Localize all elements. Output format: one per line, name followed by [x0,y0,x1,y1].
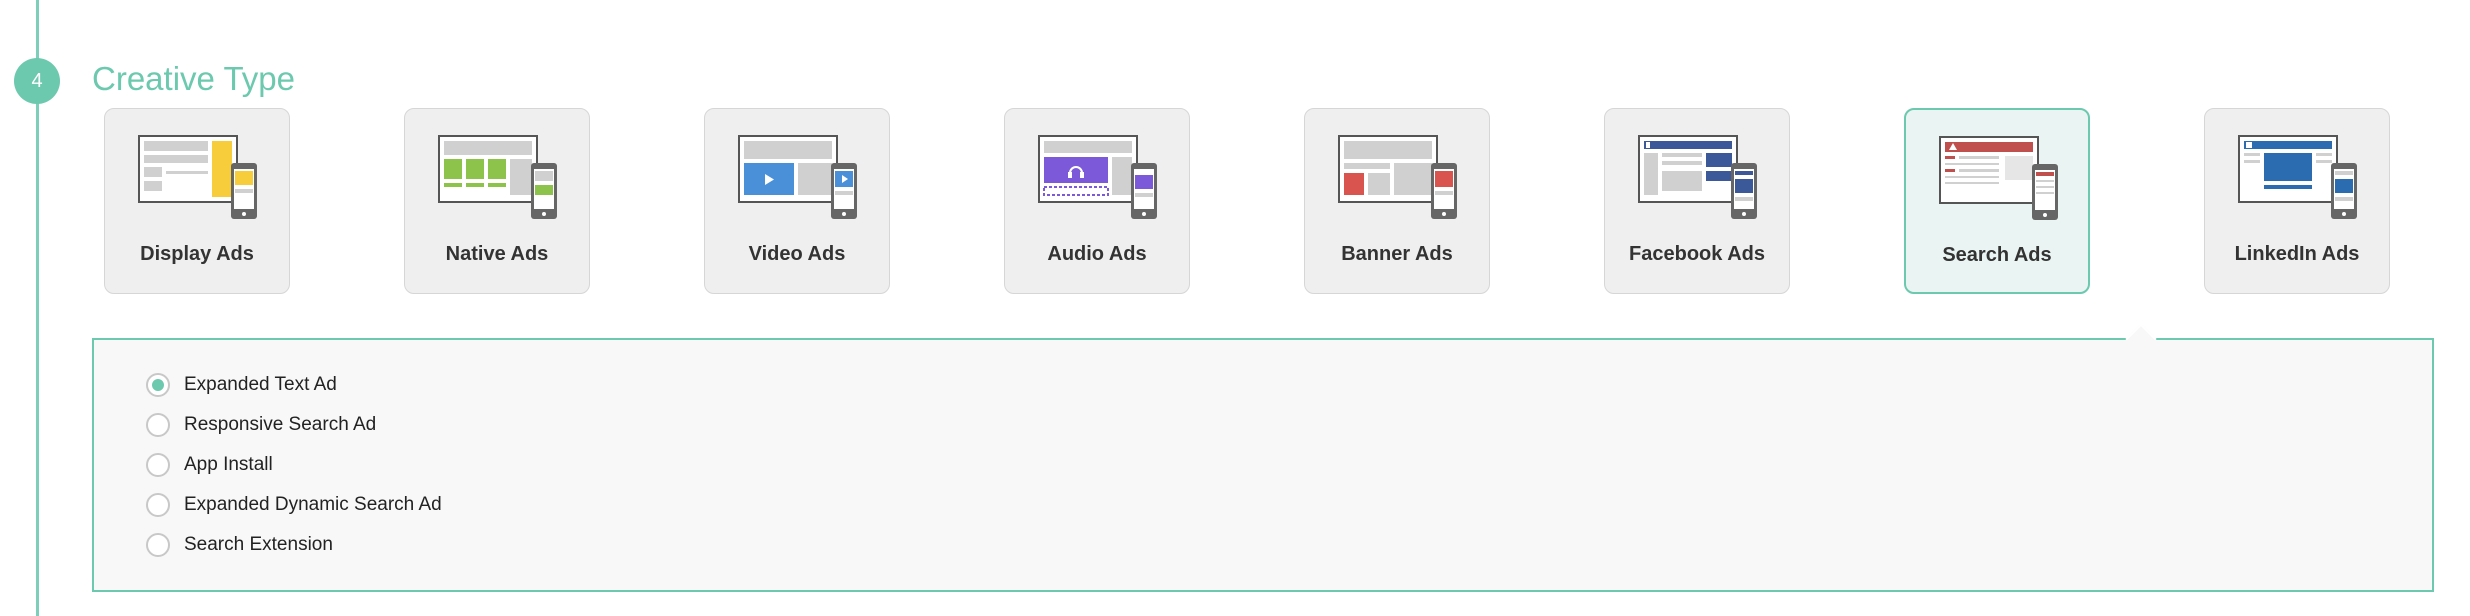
option-expanded-dynamic-search-ad[interactable]: Expanded Dynamic Search Ad [146,485,442,525]
native-ads-icon [438,135,557,219]
option-label: Expanded Dynamic Search Ad [184,494,442,515]
radio-button[interactable] [146,373,170,397]
option-app-install[interactable]: App Install [146,445,442,485]
radio-button[interactable] [146,493,170,517]
radio-button[interactable] [146,413,170,437]
option-search-extension[interactable]: Search Extension [146,525,442,565]
video-ads-icon [738,135,857,219]
panel-pointer [2125,323,2157,355]
banner-ads-icon [1338,135,1457,219]
creative-card-label: Video Ads [748,243,846,265]
creative-card-video[interactable]: Video Ads [704,108,890,294]
step-number-badge: 4 [14,58,60,104]
option-label: Search Extension [184,534,333,555]
creative-card-label: Audio Ads [1047,243,1147,265]
creative-card-label: Display Ads [140,243,254,265]
facebook-ads-icon [1638,135,1757,219]
creative-card-linkedin[interactable]: LinkedIn Ads [2204,108,2390,294]
creative-card-facebook[interactable]: Facebook Ads [1604,108,1790,294]
search-ads-icon [1939,136,2058,220]
creative-card-display[interactable]: Display Ads [104,108,290,294]
display-ads-icon [138,135,257,219]
creative-card-banner[interactable]: Banner Ads [1304,108,1490,294]
audio-ads-icon [1038,135,1157,219]
search-ad-format-list: Expanded Text Ad Responsive Search Ad Ap… [146,365,442,565]
radio-button[interactable] [146,533,170,557]
creative-card-search[interactable]: Search Ads [1904,108,2090,294]
search-ads-options-panel: Expanded Text Ad Responsive Search Ad Ap… [92,323,2434,592]
creative-card-label: LinkedIn Ads [2234,243,2360,265]
radio-button[interactable] [146,453,170,477]
creative-card-native[interactable]: Native Ads [404,108,590,294]
option-expanded-text-ad[interactable]: Expanded Text Ad [146,365,442,405]
option-label: App Install [184,454,273,475]
option-label: Responsive Search Ad [184,414,377,435]
option-responsive-search-ad[interactable]: Responsive Search Ad [146,405,442,445]
creative-card-label: Search Ads [1942,244,2052,266]
creative-card-audio[interactable]: Audio Ads [1004,108,1190,294]
creative-card-label: Facebook Ads [1629,243,1765,265]
option-label: Expanded Text Ad [184,374,337,395]
creative-type-cards: Display Ads Native Ads Video Ads Audio A… [104,108,2390,296]
section-title: Creative Type [92,60,295,97]
creative-card-label: Banner Ads [1341,243,1453,265]
linkedin-ads-icon [2238,135,2357,219]
creative-card-label: Native Ads [445,243,549,265]
